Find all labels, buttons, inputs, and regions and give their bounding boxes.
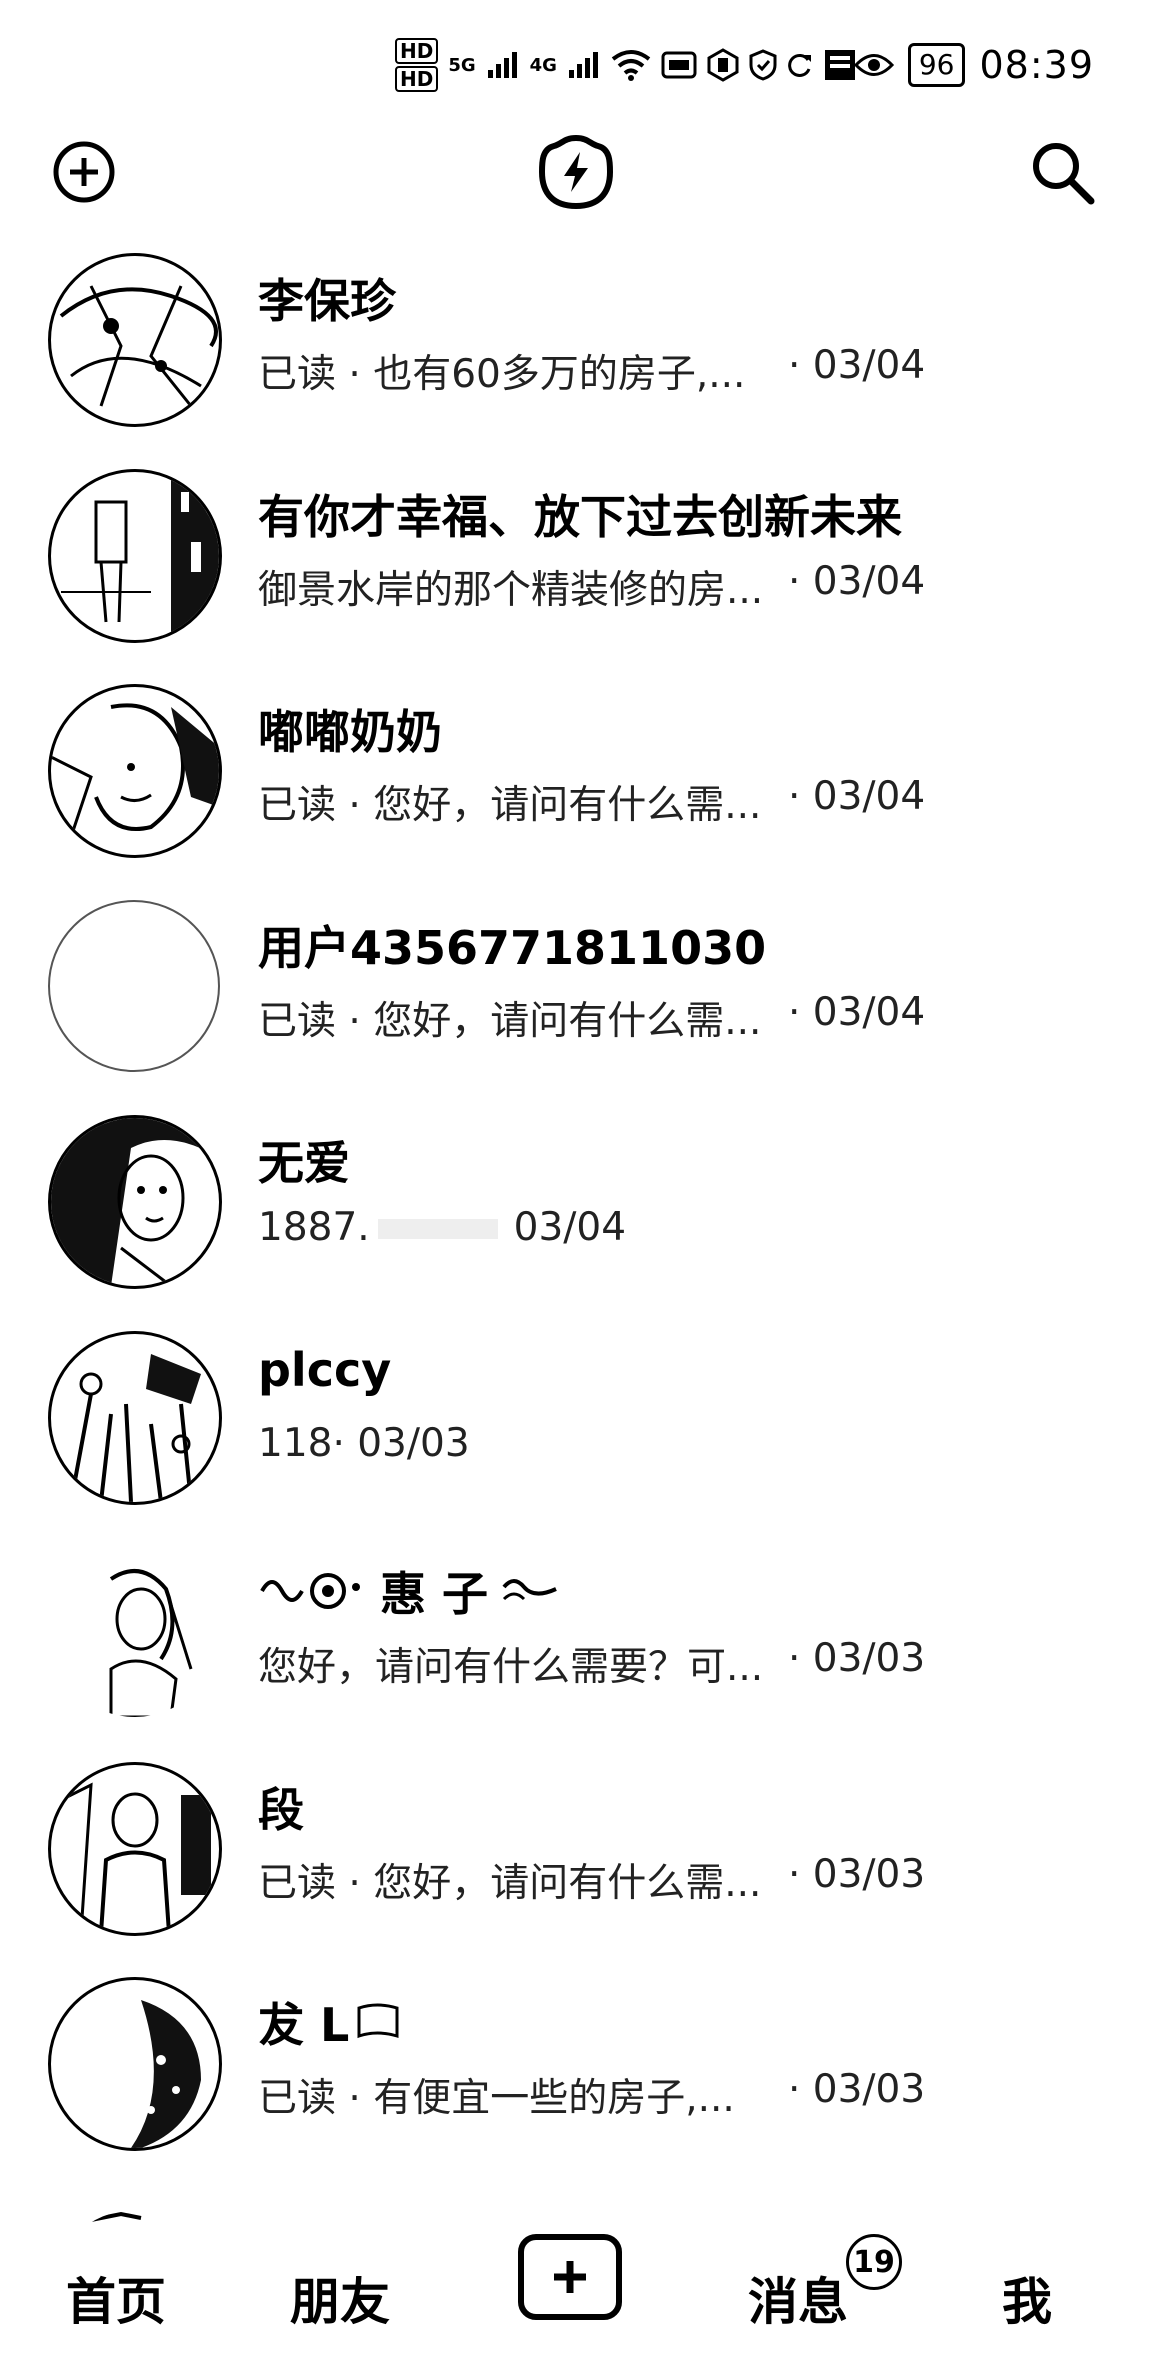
message-summary: 已读 · 有便宜一些的房子,... · 03/03 — [258, 2067, 925, 2123]
search-button[interactable] — [1020, 130, 1104, 214]
hand-icon — [707, 48, 739, 82]
message-date: · 03/03 — [788, 2067, 926, 2112]
avatar — [48, 253, 222, 427]
messages-badge: 19 — [846, 2234, 902, 2290]
message-preview: 1887. — [258, 1205, 370, 1250]
eye-icon — [853, 54, 894, 76]
decorative-swirl-icon — [260, 1573, 360, 1609]
message-preview: 118 — [258, 1420, 333, 1466]
contact-name: 李保珍 — [258, 274, 396, 328]
avatar — [48, 1977, 222, 2151]
avatar — [48, 1330, 222, 1505]
plus-icon — [554, 2261, 586, 2293]
message-summary: 已读 · 您好，请问有什么需... · 03/04 — [258, 774, 925, 830]
message-date: · 03/03 — [788, 1851, 926, 1897]
conversation-item[interactable]: 李保珍 已读 · 也有60多万的房子,... · 03/04 — [0, 245, 1152, 461]
contact-name-wrap: 犮 L — [258, 1989, 401, 2055]
message-date: · 03/04 — [788, 774, 926, 819]
avatar — [48, 1546, 222, 1720]
flag-icon — [357, 2003, 399, 2039]
create-button[interactable] — [518, 2234, 622, 2320]
signal-icon-2 — [568, 52, 598, 78]
message-date: · 03/04 — [788, 558, 926, 604]
conversation-item[interactable]: 段 已读 · 您好，请问有什么需... · 03/03 — [0, 1754, 1152, 1970]
message-summary: 已读 · 也有60多万的房子,... · 03/04 — [258, 343, 925, 399]
message-preview: 已读 · 您好，请问有什么需... — [258, 783, 762, 828]
wifi-icon — [611, 50, 651, 81]
avatar — [48, 899, 220, 1072]
add-button[interactable] — [42, 130, 126, 214]
hd2-indicator: HD — [395, 66, 439, 92]
avatar — [48, 684, 222, 858]
app-box-icon — [824, 50, 855, 80]
contact-name: 惠 子 — [380, 1567, 489, 1621]
message-date: · 03/03 — [788, 1636, 926, 1681]
message-date: · 03/04 — [788, 989, 926, 1035]
message-summary: 御景水岸的那个精装修的房... · 03/04 — [258, 559, 925, 615]
network-5g-label: 5G — [448, 54, 476, 76]
avatar — [48, 1115, 222, 1289]
message-summary: 已读 · 您好，请问有什么需... · 03/04 — [258, 990, 925, 1046]
conversation-item[interactable]: 有你才幸福、放下过去创新未来 御景水岸的那个精装修的房... · 03/04 — [0, 461, 1152, 677]
message-preview: 您好，请问有什么需要？可... — [258, 1645, 764, 1690]
message-summary: 已读 · 您好，请问有什么需... · 03/03 — [258, 1852, 925, 1908]
flash-icon — [538, 134, 614, 210]
message-summary: 1887. 03/04 — [258, 1205, 626, 1250]
conversation-item[interactable]: plccy 118 · 03/03 — [0, 1323, 1152, 1539]
conversation-item[interactable]: 犮 L 已读 · 有便宜一些的房子,... · 03/03 — [0, 1969, 1152, 2185]
conversation-item[interactable]: 用户4356771811030 已读 · 您好，请问有什么需... · 03/0… — [0, 892, 1152, 1108]
status-icons: HD HD 5G 4G — [395, 30, 857, 100]
contact-name: plccy — [258, 1342, 392, 1397]
decorative-wave-icon — [502, 1579, 557, 1601]
message-date: · 03/04 — [788, 343, 926, 388]
nav-home[interactable]: 首页 — [66, 2262, 166, 2334]
message-date: 03/04 — [513, 1205, 627, 1250]
app-notification-icon — [661, 51, 697, 79]
message-preview: 已读 · 有便宜一些的房子,... — [258, 2076, 735, 2121]
blurred-number — [377, 1219, 498, 1239]
message-preview: 已读 · 您好，请问有什么需... — [258, 1860, 762, 1906]
avatar — [48, 468, 222, 643]
contact-name: 用户4356771811030 — [258, 920, 767, 975]
status-right: 96 08:39 — [853, 32, 1094, 98]
conversation-item[interactable]: 嘟嘟奶奶 已读 · 您好，请问有什么需... · 03/04 — [0, 676, 1152, 892]
message-summary: 118 · 03/03 — [258, 1421, 470, 1466]
message-preview: 已读 · 也有60多万的房子,... — [258, 352, 746, 397]
flash-button[interactable] — [534, 130, 618, 214]
message-preview: 御景水岸的那个精装修的房... — [258, 567, 764, 613]
nav-messages[interactable]: 消息 — [748, 2262, 848, 2334]
contact-name-wrap: 惠 子 — [258, 1558, 560, 1624]
nav-friends[interactable]: 朋友 — [290, 2262, 390, 2334]
bottom-nav: 首页 朋友 消息 19 我 — [0, 2208, 1152, 2376]
network-4g-label: 4G — [529, 54, 557, 76]
contact-name: 有你才幸福、放下过去创新未来 — [258, 489, 902, 544]
battery-indicator: 96 — [907, 43, 966, 87]
message-summary: 您好，请问有什么需要？可... · 03/03 — [258, 1636, 925, 1692]
contact-name: 犮 L — [258, 1998, 350, 2052]
message-date: · 03/03 — [332, 1420, 470, 1466]
contact-name: 段 — [258, 1782, 304, 1837]
status-time: 08:39 — [979, 43, 1094, 87]
search-icon — [1033, 143, 1095, 205]
nav-me[interactable]: 我 — [1002, 2262, 1052, 2334]
top-header — [0, 120, 1152, 230]
signal-icon — [487, 52, 517, 78]
contact-name: 无爱 — [258, 1136, 350, 1190]
hd-indicators: HD HD — [395, 38, 439, 92]
contact-name: 嘟嘟奶奶 — [258, 705, 442, 759]
conversation-item[interactable]: 惠 子 您好，请问有什么需要？可... · 03/03 — [0, 1538, 1152, 1754]
conversation-item[interactable]: 无爱 1887. 03/04 — [0, 1107, 1152, 1323]
status-bar: HD HD 5G 4G 96 08:39 — [0, 0, 1152, 120]
sync-icon — [788, 53, 811, 77]
message-preview: 已读 · 您好，请问有什么需... — [258, 998, 762, 1044]
avatar — [48, 1761, 222, 1936]
hd1-indicator: HD — [395, 38, 439, 64]
conversation-list: 李保珍 已读 · 也有60多万的房子,... · 03/04 有你才幸福、放下过… — [0, 245, 1152, 2245]
shield-icon — [749, 49, 777, 81]
add-circle-icon — [53, 141, 115, 203]
